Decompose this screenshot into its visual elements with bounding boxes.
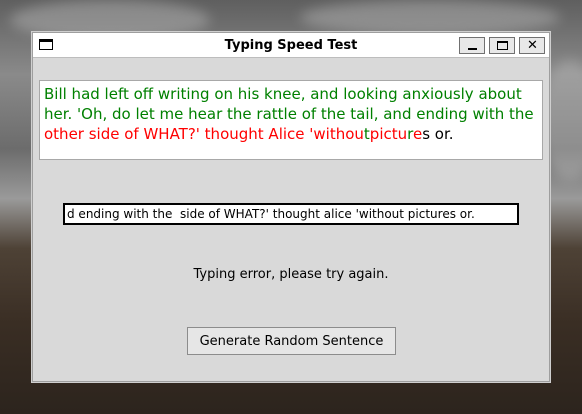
minimize-icon (468, 48, 477, 50)
maximize-icon (497, 41, 508, 50)
typing-input[interactable] (63, 203, 519, 225)
sentence-segment-untyped: s or. (422, 125, 454, 143)
close-icon: ✕ (527, 38, 538, 53)
title-bar[interactable]: Typing Speed Test ✕ (33, 33, 549, 58)
sentence-segment-correct: Bill had left off writing on his knee, a… (44, 85, 534, 123)
sentence-segment-incorrect: e (412, 125, 423, 143)
maximize-button[interactable] (489, 37, 515, 54)
sentence-segment-incorrect: pictu (369, 125, 408, 143)
close-button[interactable]: ✕ (519, 37, 545, 54)
target-sentence: Bill had left off writing on his knee, a… (39, 80, 543, 160)
generate-random-sentence-button[interactable]: Generate Random Sentence (187, 327, 396, 355)
minimize-button[interactable] (459, 37, 485, 54)
sentence-segment-incorrect: other side of WHAT?' thought Alice 'with… (44, 125, 364, 143)
status-message: Typing error, please try again. (193, 267, 389, 282)
app-window: Typing Speed Test ✕ Bill had left off wr… (32, 32, 550, 382)
